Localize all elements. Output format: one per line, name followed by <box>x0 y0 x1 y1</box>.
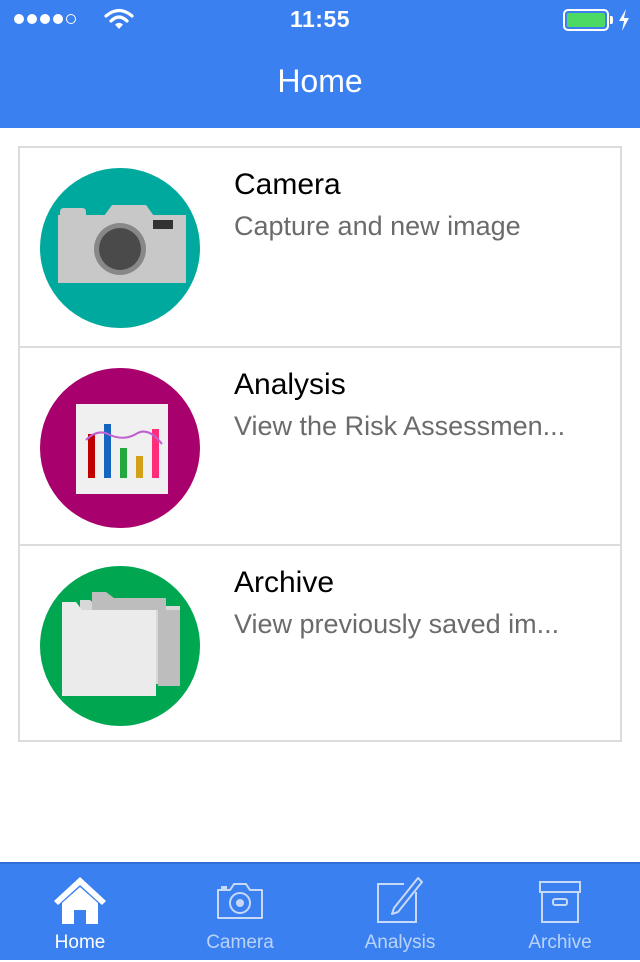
menu-list: Camera Capture and new image Analysis Vi… <box>18 146 622 742</box>
tab-label: Analysis <box>364 932 436 953</box>
tab-bar: Home Camera Analysis Archive <box>0 862 640 960</box>
tab-camera[interactable]: Camera <box>160 864 320 962</box>
tab-label: Camera <box>206 932 274 953</box>
menu-item-subtitle: Capture and new image <box>234 211 521 241</box>
status-time: 11:55 <box>289 6 351 32</box>
tab-analysis[interactable]: Analysis <box>320 864 480 962</box>
home-icon <box>54 877 106 924</box>
menu-item-camera[interactable]: Camera Capture and new image <box>20 148 620 346</box>
tab-label: Home <box>54 932 106 953</box>
tab-home[interactable]: Home <box>0 864 160 962</box>
menu-item-title: Analysis <box>234 368 346 401</box>
battery-tip <box>610 16 613 24</box>
menu-item-subtitle: View previously saved im... <box>234 609 560 639</box>
folders-icon <box>40 566 200 726</box>
menu-item-title: Camera <box>234 168 341 201</box>
archive-box-icon <box>539 881 581 923</box>
tab-archive[interactable]: Archive <box>480 864 640 962</box>
camera-outline-icon <box>217 883 263 919</box>
page-title: Home <box>277 63 363 99</box>
menu-item-subtitle: View the Risk Assessmen... <box>234 411 566 441</box>
menu-item-archive[interactable]: Archive View previously saved im... <box>20 544 620 744</box>
navigation-header: 11:55 Home <box>0 0 640 128</box>
menu-item-analysis[interactable]: Analysis View the Risk Assessmen... <box>20 346 620 546</box>
pencil-edit-icon <box>377 877 423 923</box>
menu-item-title: Archive <box>234 566 335 599</box>
status-bar: 11:55 <box>0 0 640 40</box>
tab-label: Archive <box>528 932 592 953</box>
camera-icon <box>40 168 200 328</box>
bolt-icon <box>619 9 629 31</box>
battery-icon <box>563 9 609 31</box>
bar-chart-icon <box>40 368 200 528</box>
